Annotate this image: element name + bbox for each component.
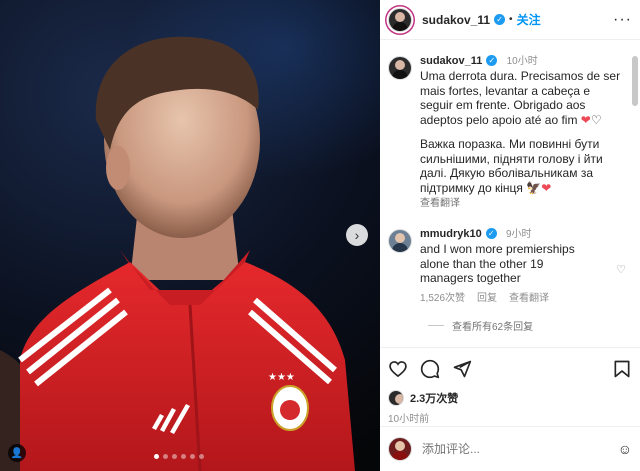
add-comment-input[interactable] (422, 442, 572, 456)
carousel-dot (172, 454, 177, 459)
white-heart-icon: ♡ (590, 112, 602, 127)
carousel-dot (181, 454, 186, 459)
eagle-icon: 🦅 (526, 180, 542, 195)
commenter-username[interactable]: mmudryk10 (420, 228, 482, 240)
caption: sudakov_11 ✓ 10小时 Uma derrota dura. Preci… (388, 54, 628, 211)
share-icon[interactable] (452, 359, 472, 379)
verified-badge-icon: ✓ (494, 14, 506, 25)
commenter-avatar[interactable] (388, 229, 412, 253)
comment-item: mmudryk10 ✓ 9小时 and I won more premiershi… (388, 227, 628, 306)
likes-row[interactable]: 2.3万次赞 (388, 390, 632, 406)
post-media[interactable]: ★★★ › 👤 (0, 0, 380, 471)
caption-text-uk: Важка поразка. Ми повинні бути сильнішим… (420, 137, 603, 195)
comment-likes[interactable]: 1,526次赞 (420, 292, 465, 306)
view-replies-label: 查看所有62条回复 (452, 321, 534, 333)
see-translation-link[interactable]: 查看翻译 (420, 197, 620, 211)
post-actions: 2.3万次赞 10小时前 (380, 347, 640, 425)
add-comment-bar: ☺ (380, 426, 640, 471)
carousel-dots (154, 454, 204, 459)
carousel-dot (163, 454, 168, 459)
author-username[interactable]: sudakov_11 (422, 13, 490, 27)
caption-avatar[interactable] (388, 56, 412, 80)
verified-badge-icon: ✓ (486, 55, 498, 67)
red-heart-icon: ❤ (541, 180, 552, 195)
author-avatar[interactable] (388, 7, 412, 32)
more-icon[interactable]: ··· (613, 11, 632, 29)
user-tag-button[interactable]: 👤 (8, 444, 26, 462)
carousel-dot (190, 454, 195, 459)
separator-dot: • (509, 14, 513, 25)
liker-avatar (388, 390, 404, 406)
user-tag-icon: 👤 (10, 447, 24, 459)
emoji-icon[interactable]: ☺ (618, 441, 632, 457)
current-user-avatar (388, 437, 412, 461)
verified-badge-icon: ✓ (485, 228, 497, 240)
red-heart-icon: ❤ (580, 112, 591, 127)
follow-button[interactable]: 关注 (517, 11, 541, 28)
comment-like-heart-icon[interactable]: ♡ (616, 263, 626, 276)
post-sidebar: sudakov_11 ✓ • 关注 ··· sudakov_11 ✓ 10小时 U… (380, 0, 640, 471)
heart-icon[interactable] (388, 359, 408, 379)
caption-username[interactable]: sudakov_11 (420, 55, 482, 67)
reply-divider (428, 324, 444, 326)
comments-scrollbar[interactable] (632, 56, 638, 106)
posted-time[interactable]: 10小时前 (388, 410, 632, 425)
carousel-dot (154, 454, 159, 459)
comment-icon[interactable] (420, 359, 440, 379)
player-photo: ★★★ (0, 36, 355, 471)
view-replies-link[interactable]: 查看所有62条回复 (428, 318, 628, 333)
chevron-right-icon: › (354, 227, 360, 243)
caption-time[interactable]: 10小时 (507, 56, 538, 67)
comment-text: and I won more premierships alone than t… (420, 242, 575, 285)
bookmark-icon[interactable] (612, 359, 632, 379)
instagram-post-view: ★★★ › 👤 sudakov_11 ✓ • 关注 ··· sudakov_11… (0, 0, 640, 471)
comment-translate-link[interactable]: 查看翻译 (509, 292, 549, 306)
comment-meta: 1,526次赞 回复 查看翻译 (420, 292, 610, 306)
comments-section[interactable]: sudakov_11 ✓ 10小时 Uma derrota dura. Preci… (380, 40, 640, 345)
likes-count[interactable]: 2.3万次赞 (410, 390, 458, 406)
svg-text:★★★: ★★★ (268, 372, 295, 383)
comment-time[interactable]: 9小时 (506, 229, 532, 240)
carousel-dot (199, 454, 204, 459)
next-image-button[interactable]: › (346, 224, 368, 246)
caption-text-pt: Uma derrota dura. Precisamos de ser mais… (420, 69, 621, 127)
post-header: sudakov_11 ✓ • 关注 ··· (380, 0, 640, 40)
reply-button[interactable]: 回复 (477, 292, 497, 306)
